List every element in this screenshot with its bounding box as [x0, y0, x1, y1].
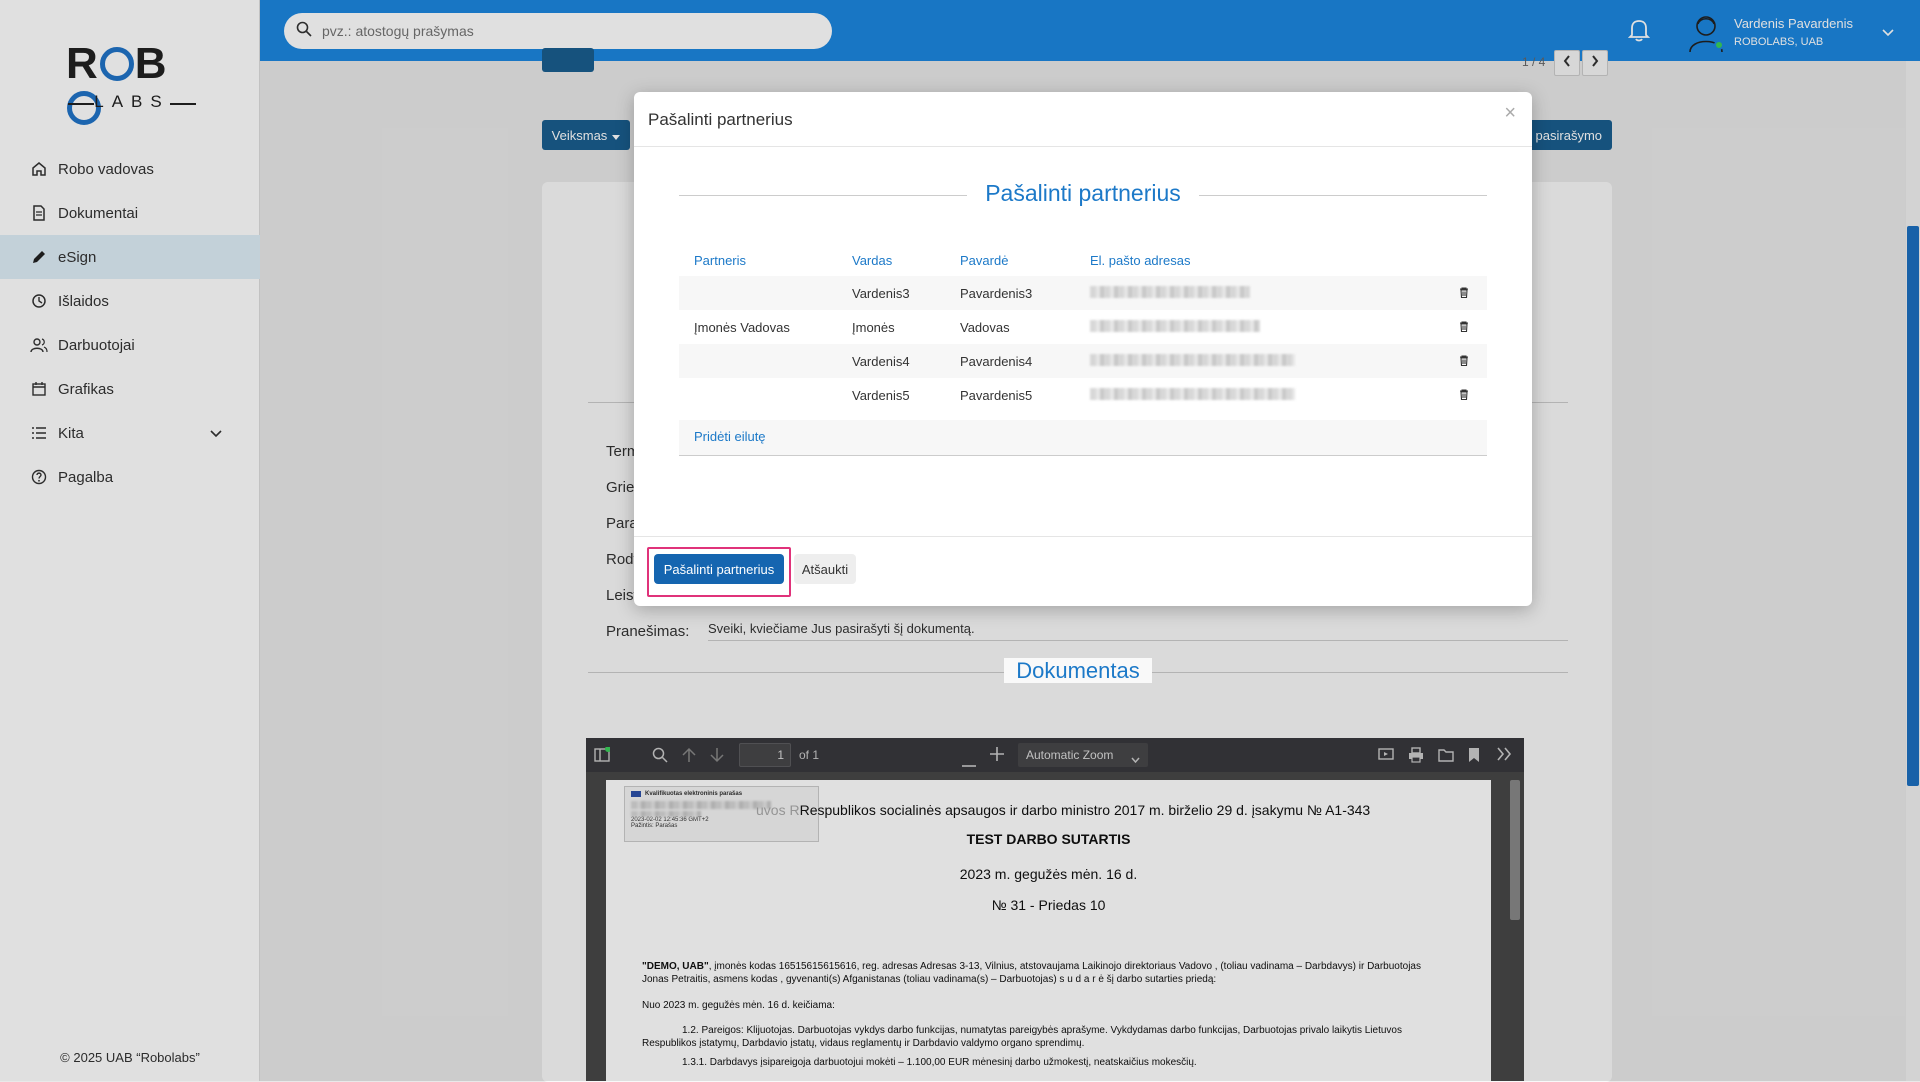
column-header[interactable]: Pavardė	[945, 244, 1075, 276]
partner-cell: Įmonės Vadovas	[694, 319, 790, 335]
column-header[interactable]: El. pašto adresas	[1075, 244, 1427, 276]
table-header-row: Partneris Vardas Pavardė El. pašto adres…	[679, 244, 1487, 276]
delete-row-button[interactable]	[1427, 276, 1487, 310]
table-row: Vardenis5 Pavardenis5	[679, 378, 1487, 412]
column-header[interactable]: Vardas	[837, 244, 945, 276]
table-row: Vardenis3 Pavardenis3	[679, 276, 1487, 310]
name-cell: Vardenis3	[837, 276, 945, 310]
name-cell: Įmonės	[852, 319, 895, 335]
surname-cell: Pavardenis3	[945, 276, 1075, 310]
trash-icon	[1459, 320, 1469, 335]
surname-cell: Vadovas	[960, 319, 1010, 335]
partner-cell	[679, 378, 837, 412]
add-row-link[interactable]: Pridėti eilutę	[694, 429, 766, 444]
blurred-email	[1090, 319, 1260, 332]
table-divider	[679, 455, 1487, 456]
surname-cell: Pavardenis5	[960, 387, 1033, 403]
blurred-email	[1090, 353, 1295, 366]
delete-row-button[interactable]	[1427, 344, 1487, 378]
partner-cell	[679, 344, 837, 378]
modal-footer: Pašalinti partnerius Atšaukti	[634, 536, 1532, 606]
name-cell: Vardenis5	[852, 387, 910, 403]
cancel-button[interactable]: Atšaukti	[794, 554, 856, 584]
table-row: Vardenis4 Pavardenis4	[679, 344, 1487, 378]
remove-partners-button[interactable]: Pašalinti partnerius	[654, 554, 784, 584]
table-row: Įmonės Vadovas Įmonės Vadovas	[679, 310, 1487, 344]
modal-header: Pašalinti partnerius ×	[634, 92, 1532, 147]
column-header[interactable]: Partneris	[679, 244, 837, 276]
delete-row-button[interactable]	[1427, 378, 1487, 412]
remove-partners-modal: Pašalinti partnerius × Pašalinti partner…	[634, 92, 1532, 606]
trash-icon	[1459, 388, 1469, 403]
close-icon[interactable]: ×	[1504, 102, 1516, 125]
blurred-email	[1090, 285, 1250, 298]
add-row-container	[679, 420, 1487, 456]
email-cell	[1075, 276, 1427, 310]
trash-icon	[1459, 354, 1469, 369]
delete-row-button[interactable]	[1427, 310, 1487, 344]
email-cell	[1075, 344, 1427, 378]
partners-table: Partneris Vardas Pavardė El. pašto adres…	[679, 244, 1487, 412]
email-cell	[1075, 310, 1427, 344]
name-cell: Vardenis4	[837, 344, 945, 378]
trash-icon	[1459, 286, 1469, 301]
section-title: Pašalinti partnerius	[679, 180, 1487, 210]
modal-title: Pašalinti partnerius	[648, 110, 793, 129]
email-cell	[1075, 378, 1427, 412]
blurred-email	[1090, 387, 1295, 400]
partner-cell	[679, 276, 837, 310]
surname-cell: Pavardenis4	[945, 344, 1075, 378]
